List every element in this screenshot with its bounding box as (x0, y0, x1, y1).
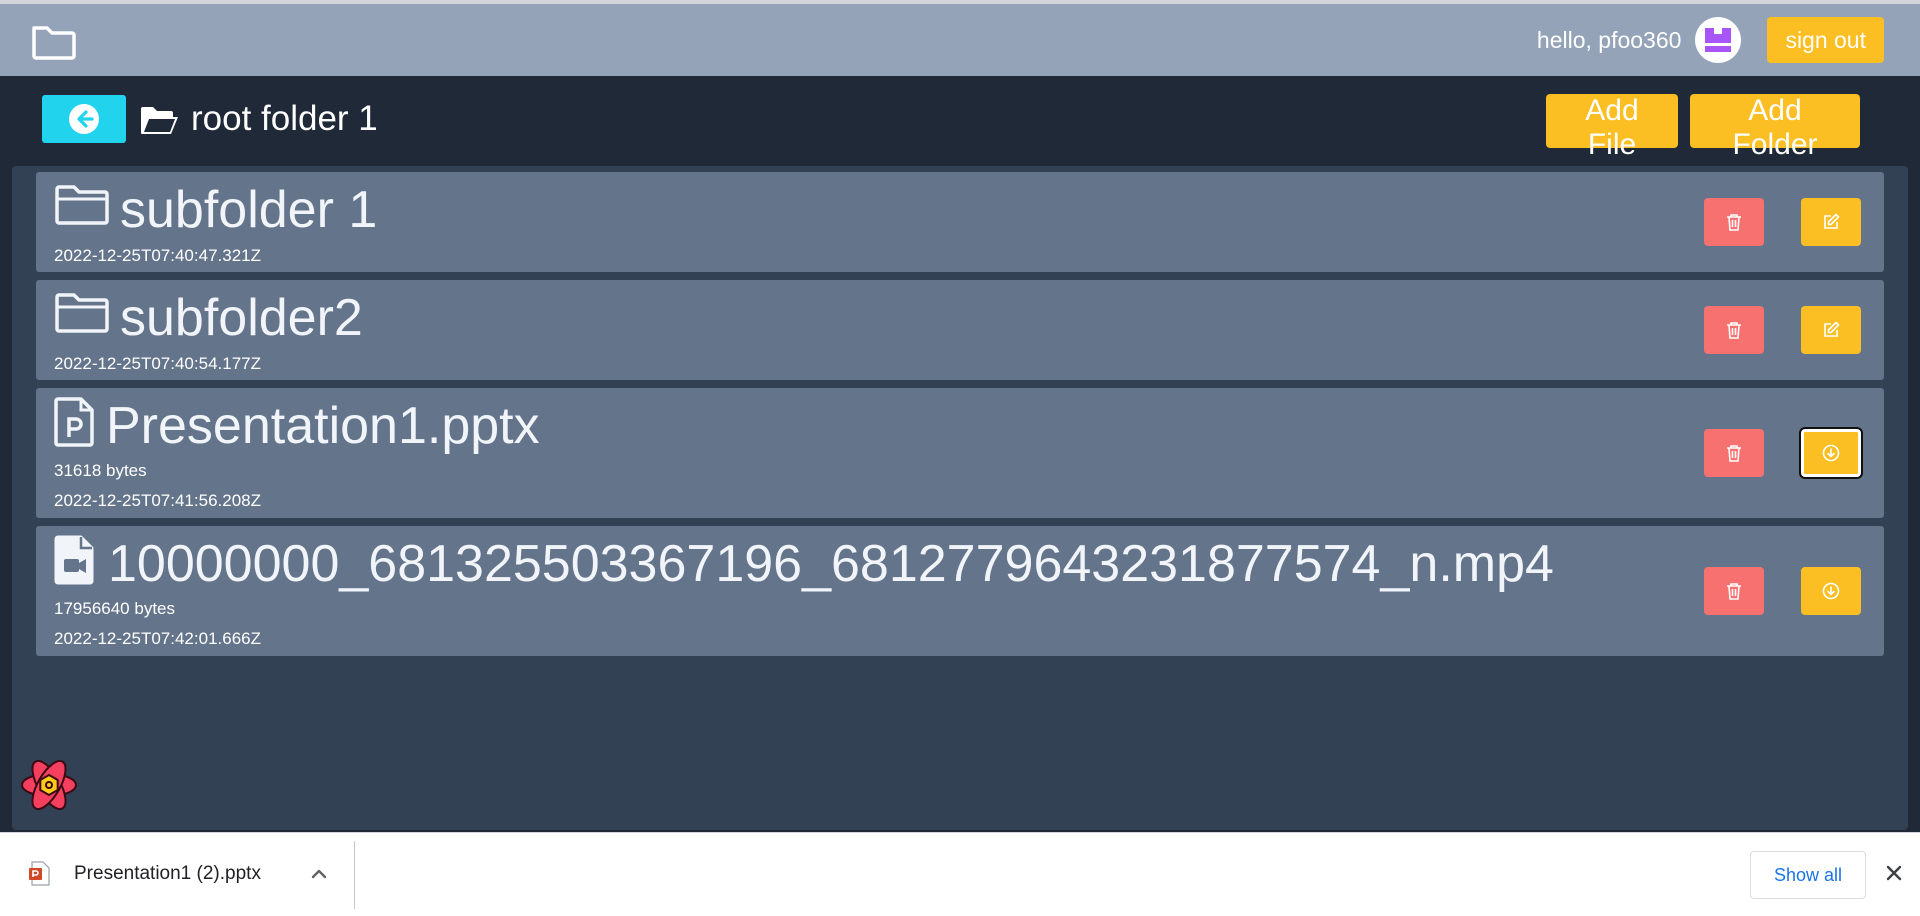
user-greeting: hello, pfoo360 (1536, 26, 1682, 53)
close-icon[interactable] (1882, 861, 1906, 885)
folder-header: root folder 1 Add File Add Folder (0, 76, 1920, 166)
item-name[interactable]: subfolder2 (120, 292, 363, 344)
page-title: root folder 1 (191, 99, 378, 138)
item-name[interactable]: subfolder 1 (120, 184, 377, 236)
download-item[interactable]: Presentation1 (2).pptx (28, 859, 261, 889)
avatar[interactable] (1695, 17, 1742, 63)
list-item[interactable]: Presentation1.pptx 31618 bytes 2022-12-2… (36, 388, 1884, 518)
folder-icon (55, 185, 109, 225)
react-devtools-icon[interactable] (18, 754, 80, 816)
user-area: hello, pfoo360 sign out (1537, 16, 1884, 64)
powerpoint-file-icon (29, 861, 50, 886)
chevron-up-icon[interactable] (306, 863, 332, 885)
download-filename: Presentation1 (2).pptx (74, 863, 261, 884)
delete-button[interactable] (1704, 567, 1764, 615)
navbar: hello, pfoo360 sign out (0, 4, 1920, 76)
list-item[interactable]: subfolder 1 2022-12-25T07:40:47.321Z (36, 172, 1884, 272)
delete-button[interactable] (1704, 306, 1764, 354)
edit-button[interactable] (1801, 306, 1861, 354)
trash-icon (1727, 445, 1741, 462)
trash-icon (1727, 322, 1741, 339)
video-file-icon (54, 535, 94, 585)
trash-icon (1727, 214, 1741, 231)
download-bar: Presentation1 (2).pptx Show all (0, 832, 1920, 916)
download-button[interactable] (1801, 567, 1861, 615)
show-all-button[interactable]: Show all (1750, 851, 1866, 899)
download-icon (1822, 444, 1840, 462)
add-file-button[interactable]: Add File (1546, 94, 1678, 161)
item-created: 2022-12-25T07:41:56.208Z (54, 491, 261, 510)
delete-button[interactable] (1704, 198, 1764, 246)
edit-icon (1824, 213, 1840, 229)
divider (354, 841, 355, 909)
folder-open-icon (141, 107, 178, 134)
arrow-left-circle-icon (69, 104, 99, 134)
home-folder-icon[interactable] (30, 22, 76, 62)
back-button[interactable] (42, 95, 126, 143)
file-list-panel: subfolder 1 2022-12-25T07:40:47.321Z sub… (12, 166, 1908, 830)
avatar-image (1705, 28, 1732, 52)
add-folder-button[interactable]: Add Folder (1690, 94, 1860, 161)
download-icon (1822, 582, 1840, 600)
list-item[interactable]: subfolder2 2022-12-25T07:40:54.177Z (36, 280, 1884, 380)
delete-button[interactable] (1704, 429, 1764, 477)
item-size: 31618 bytes (54, 461, 147, 480)
item-name[interactable]: 10000000_681325503367196_681277964323187… (108, 538, 1554, 590)
item-created: 2022-12-25T07:40:47.321Z (54, 246, 261, 265)
item-created: 2022-12-25T07:42:01.666Z (54, 629, 261, 648)
item-created: 2022-12-25T07:40:54.177Z (54, 354, 261, 373)
sign-out-button[interactable]: sign out (1767, 17, 1884, 63)
download-button[interactable] (1799, 427, 1863, 479)
edit-icon (1824, 321, 1840, 337)
item-size: 17956640 bytes (54, 599, 175, 618)
item-name[interactable]: Presentation1.pptx (106, 400, 540, 452)
list-item[interactable]: 10000000_681325503367196_681277964323187… (36, 526, 1884, 656)
folder-icon (55, 293, 109, 333)
trash-icon (1727, 583, 1741, 600)
edit-button[interactable] (1801, 198, 1861, 246)
powerpoint-file-icon (54, 397, 94, 447)
